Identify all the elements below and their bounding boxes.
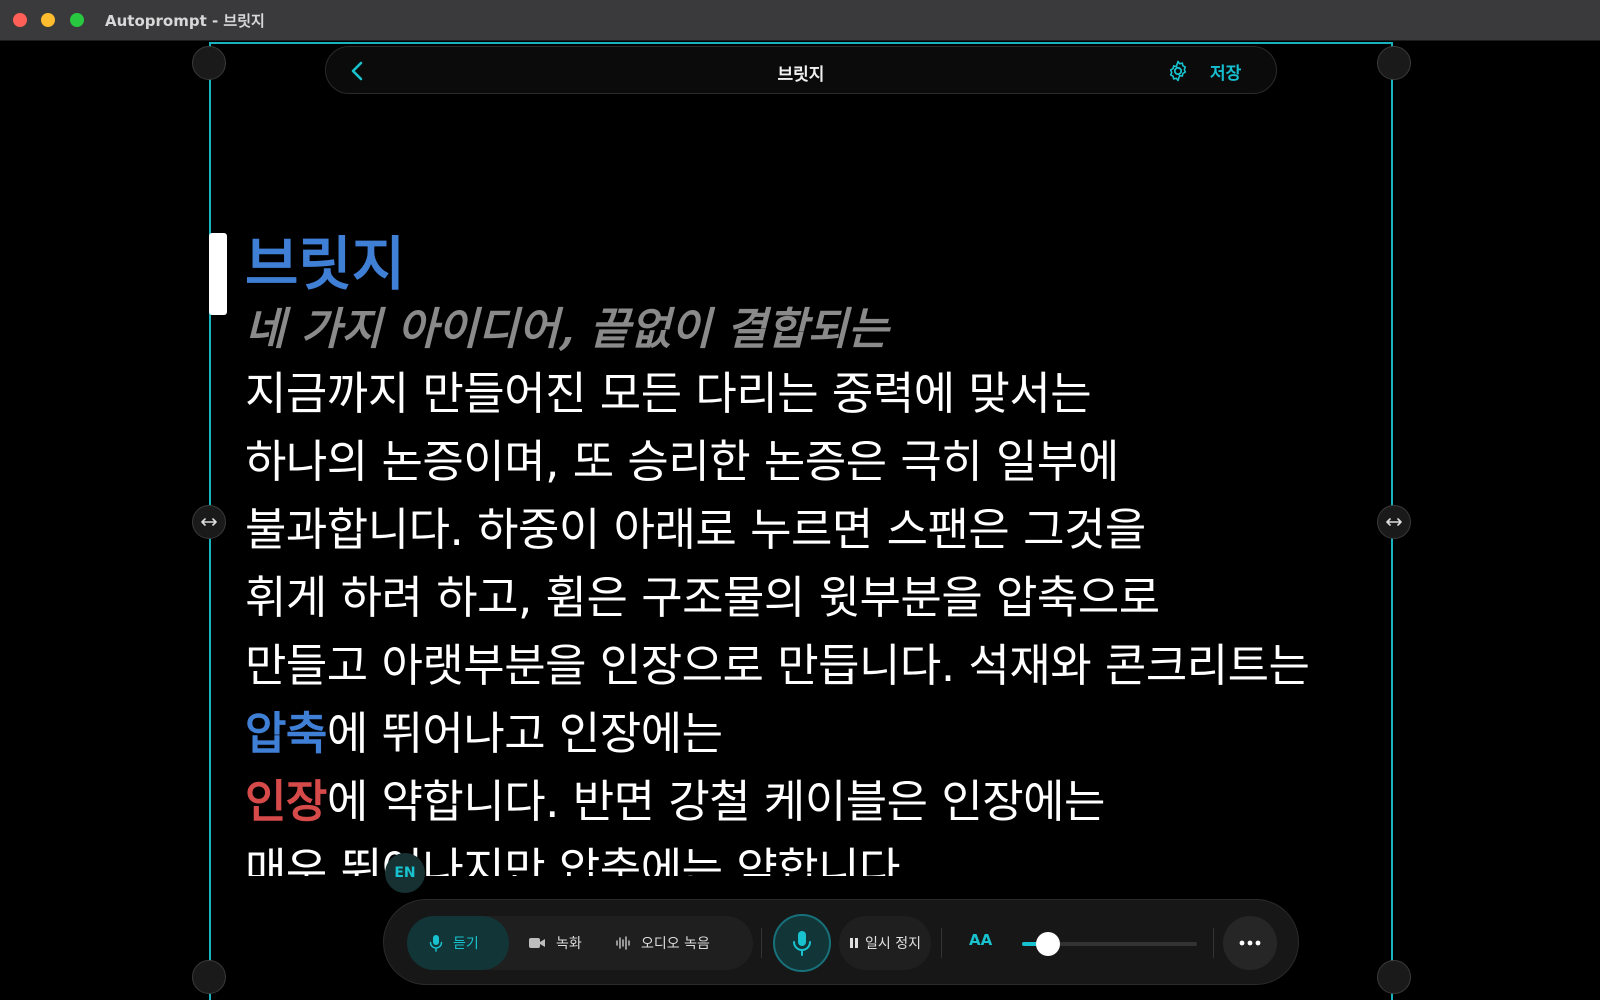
gear-icon [1169,60,1187,82]
script-heading: 브릿지 [245,230,406,298]
script-line: 인장에 약합니다. 반면 강철 케이블은 인장에는 [245,768,1385,836]
mode-label: 오디오 녹음 [641,936,710,952]
mode-listen-tab[interactable]: 듣기 [407,916,509,970]
teleprompter-script: 브릿지 네 가지 아이디어, 끝없이 결합되는 지금까지 만들어진 모든 다리는… [245,228,1385,876]
mic-icon [429,935,443,952]
bottom-toolbar: 듣기 녹화 오디오 녹음 일시 정지 AA [383,899,1299,985]
script-line: 지금까지 만들어진 모든 다리는 중력에 맞서는 [245,367,1092,420]
zoom-window-button[interactable] [70,13,84,27]
mode-selector: 듣기 녹화 오디오 녹음 [407,916,753,970]
ellipsis-icon [1239,940,1261,946]
more-options-button[interactable] [1223,916,1277,970]
script-line-text: 에 뛰어나고 인장에는 [326,707,723,760]
script-line-text: 에 약합니다. 반면 강철 케이블은 인장에는 [326,775,1106,828]
resize-handle-top-right[interactable] [1377,46,1411,80]
microphone-button[interactable] [773,914,831,972]
close-window-button[interactable] [13,13,27,27]
language-badge[interactable]: EN [385,853,425,893]
resize-handle-left[interactable] [192,505,226,539]
mode-label: 녹화 [556,936,582,952]
horizontal-resize-icon [201,518,217,526]
top-navigation-bar: 브릿지 저장 [325,46,1277,94]
toolbar-divider [941,928,942,958]
mic-icon [793,931,811,956]
minimize-window-button[interactable] [41,13,55,27]
mode-label: 듣기 [453,936,479,952]
window-titlebar: Autoprompt - 브릿지 [0,0,1600,41]
font-size-slider[interactable] [1022,932,1197,956]
pause-label: 일시 정지 [865,936,921,952]
window-title: Autoprompt - 브릿지 [105,12,265,30]
highlight-tension: 인장 [245,775,327,828]
waveform-icon [616,936,630,950]
script-line: 불과합니다. 하중이 아래로 누르면 스팬은 그것을 [245,503,1146,556]
mode-record-audio-tab[interactable]: 오디오 녹음 [615,916,710,970]
font-size-label: AA [969,931,993,949]
reading-position-marker [209,233,227,315]
toolbar-divider [1213,928,1214,958]
script-subheading: 네 가지 아이디어, 끝없이 결합되는 [245,304,889,355]
script-line: 휘게 하려 하고, 휨은 구조물의 윗부분을 압축으로 [245,571,1160,624]
script-title: 브릿지 [777,65,825,85]
toolbar-divider [761,928,762,958]
resize-handle-bottom-right[interactable] [1377,960,1411,994]
horizontal-resize-icon [1386,518,1402,526]
resize-handle-top-left[interactable] [192,46,226,80]
font-size-slider-thumb[interactable] [1036,932,1061,956]
resize-handle-bottom-left[interactable] [192,960,226,994]
pause-icon [850,938,858,948]
script-line: 압축에 뛰어나고 인장에는 [245,700,1385,768]
script-line: 만들고 아랫부분을 인장으로 만듭니다. 석재와 콘크리트는 [245,639,1310,692]
highlight-compression: 압축 [245,707,327,760]
pause-button[interactable]: 일시 정지 [839,916,931,970]
script-line: 하나의 논증이며, 또 승리한 논증은 극히 일부에 [245,435,1119,488]
video-icon [529,938,545,948]
settings-button[interactable] [1166,59,1190,83]
mode-record-video-tab[interactable]: 녹화 [528,916,582,970]
font-size-icon[interactable]: AA [969,930,992,949]
save-button[interactable]: 저장 [1210,59,1241,84]
